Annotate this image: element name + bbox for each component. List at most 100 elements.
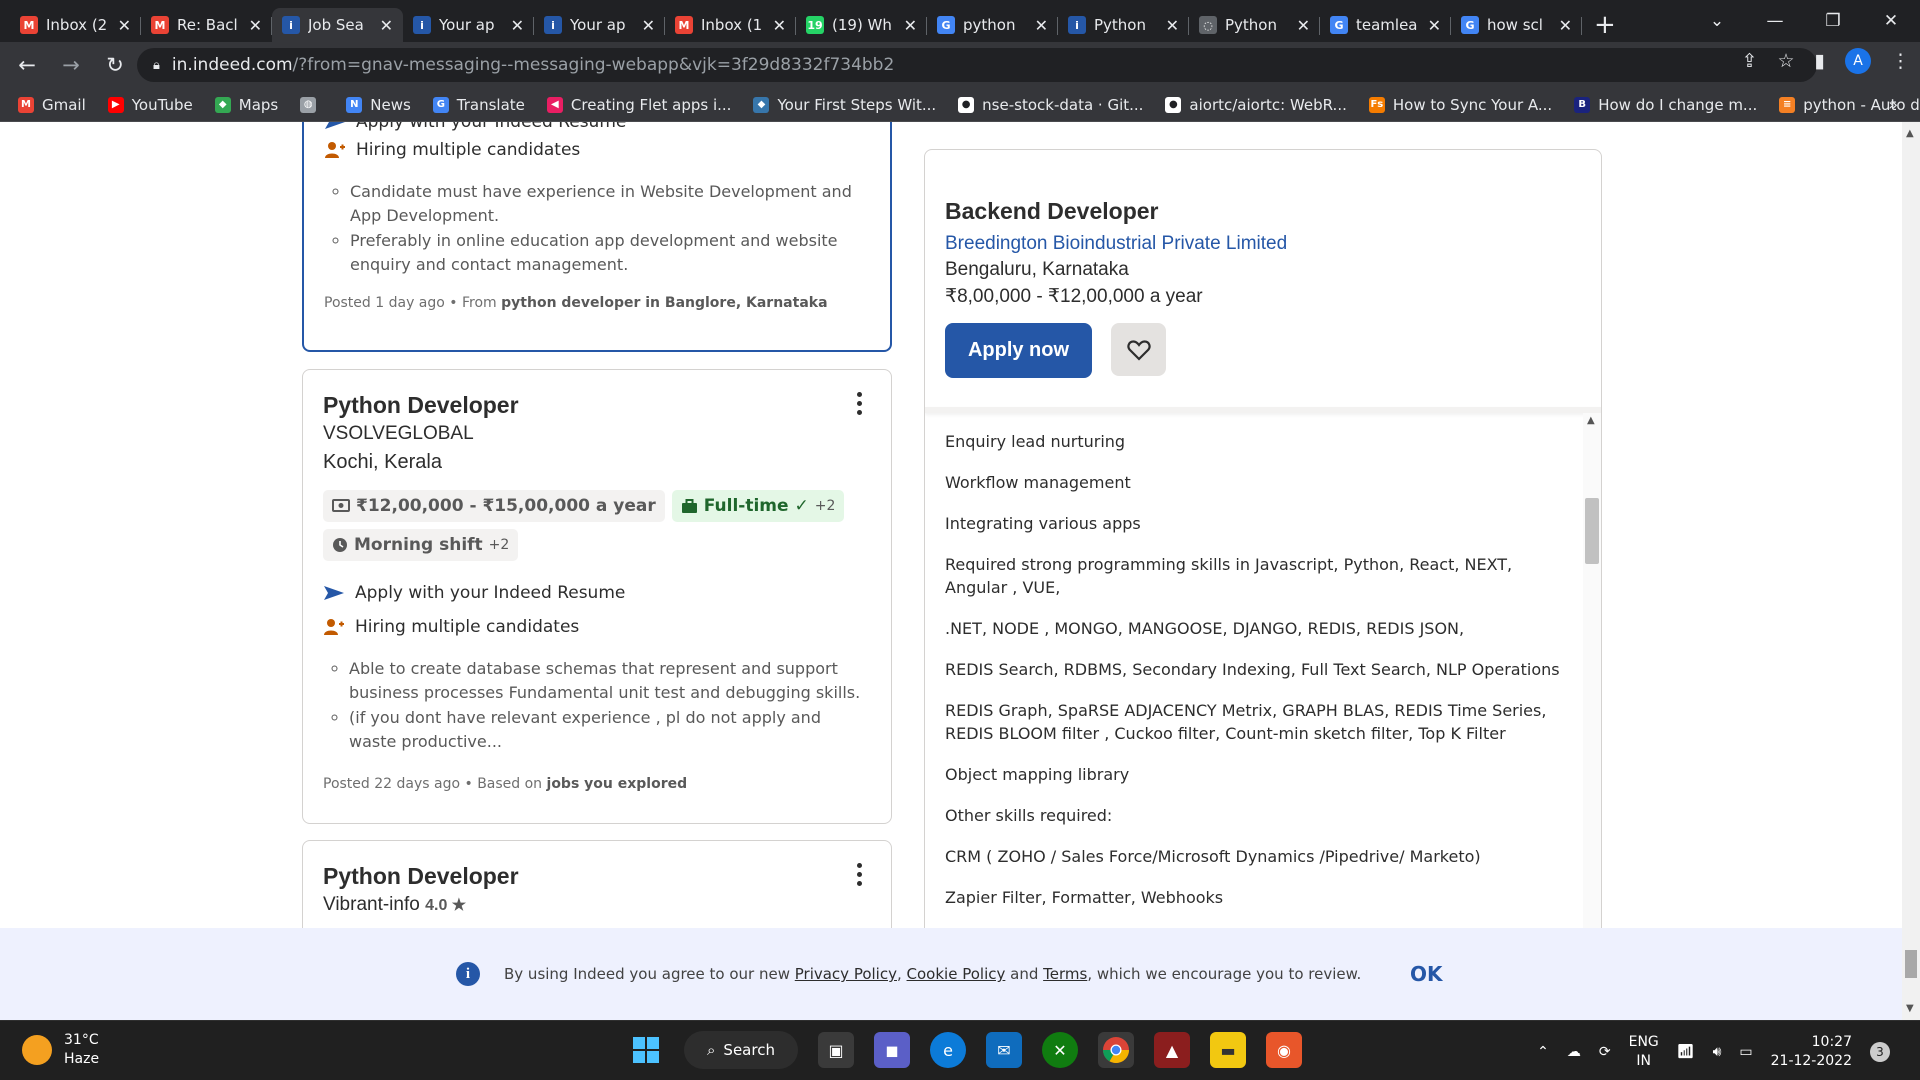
page-scrollbar[interactable]: ▲ ▼ <box>1902 122 1920 1020</box>
gmail-icon: M <box>675 16 693 34</box>
more-bookmarks-icon[interactable]: » <box>1888 95 1898 114</box>
chrome-icon[interactable] <box>1098 1032 1134 1068</box>
browser-tab[interactable]: M Inbox (1 ✕ <box>665 8 796 42</box>
app-icon[interactable]: ◉ <box>1266 1032 1302 1068</box>
wifi-icon[interactable]: 📶︎ <box>1677 1044 1695 1060</box>
close-icon[interactable]: ✕ <box>511 16 524 35</box>
bookmark-item[interactable]: ● aiortc/aiortc: WebR... <box>1165 96 1347 114</box>
cookie-policy-link[interactable]: Cookie Policy <box>907 965 1006 983</box>
xbox-icon[interactable]: ✕ <box>1042 1032 1078 1068</box>
tab-title: Your ap <box>570 16 626 34</box>
detail-salary: ₹8,00,000 - ₹12,00,000 a year <box>945 286 1203 307</box>
close-icon[interactable]: ✕ <box>118 16 131 35</box>
app-icon[interactable]: ▲ <box>1154 1032 1190 1068</box>
bookmark-item[interactable]: ◆ Your First Steps Wit... <box>753 96 936 114</box>
close-icon[interactable]: ✕ <box>773 16 786 35</box>
edge-browser-icon[interactable]: e <box>930 1032 966 1068</box>
kebab-menu-icon[interactable] <box>857 392 863 419</box>
sync-icon[interactable]: ⟳ <box>1599 1044 1611 1060</box>
forward-button[interactable]: → <box>54 53 88 77</box>
scroll-down-arrow-icon[interactable]: ▼ <box>1906 1003 1914 1014</box>
jobtype-text: Full-time <box>703 496 789 516</box>
onedrive-icon[interactable]: ☁ <box>1567 1044 1581 1060</box>
tab-search-icon[interactable]: ⌄ <box>1688 11 1746 31</box>
bookmark-item[interactable]: ≡ python - Auto delet... <box>1779 96 1920 114</box>
battery-icon[interactable]: ▭ <box>1739 1044 1752 1060</box>
taskbar-search[interactable]: ⌕ Search <box>684 1031 798 1069</box>
browser-tab[interactable]: Ghow scl ✕ <box>1451 8 1582 42</box>
clock[interactable]: 10:27 21-12-2022 <box>1771 1033 1852 1071</box>
browser-tab[interactable]: 19 (19) Wh ✕ <box>796 8 927 42</box>
notification-badge[interactable]: 3 <box>1870 1042 1890 1062</box>
detail-company-link[interactable]: Breedington Bioindustrial Private Limite… <box>945 233 1287 255</box>
close-icon[interactable]: ✕ <box>249 16 262 35</box>
bookmark-item[interactable]: ● nse-stock-data · Git... <box>958 96 1143 114</box>
description-paragraph: Enquiry lead nurturing <box>945 432 1126 451</box>
feature-label: Hiring multiple candidates <box>356 140 581 160</box>
lock-icon[interactable]: 🔒︎ <box>153 58 160 73</box>
bookmark-item[interactable]: ◍ <box>300 96 324 113</box>
browser-tab[interactable]: ◌ Python ✕ <box>1189 8 1320 42</box>
close-icon[interactable]: ✕ <box>642 16 655 35</box>
scroll-thumb[interactable] <box>1585 498 1599 564</box>
bookmark-item[interactable]: B How do I change m... <box>1574 96 1757 114</box>
language-indicator[interactable]: ENG IN <box>1629 1033 1659 1071</box>
browser-tab[interactable]: i Job Sea ✕ <box>272 8 403 42</box>
file-explorer-icon[interactable]: ▬ <box>1210 1032 1246 1068</box>
job-card-selected[interactable]: Apply with your Indeed Resume Hiring mul… <box>302 122 892 352</box>
scroll-up-arrow-icon[interactable]: ▲ <box>1587 415 1595 426</box>
job-card[interactable]: Python Developer VSOLVEGLOBAL Kochi, Ker… <box>302 369 892 824</box>
browser-tab[interactable]: M Re: Bacl ✕ <box>141 8 272 42</box>
teams-chat-icon[interactable]: ◼ <box>874 1032 910 1068</box>
close-icon[interactable]: ✕ <box>1428 16 1441 35</box>
browser-tab[interactable]: M Inbox (2 ✕ <box>10 8 141 42</box>
page-scroll-thumb[interactable] <box>1905 950 1917 978</box>
close-icon[interactable]: ✕ <box>1297 16 1310 35</box>
profile-avatar[interactable]: A <box>1845 48 1871 74</box>
browser-tab[interactable]: i Python ✕ <box>1058 8 1189 42</box>
share-icon[interactable]: ⇪ <box>1742 50 1758 72</box>
browser-tab[interactable]: Gteamlea ✕ <box>1320 8 1451 42</box>
mail-icon[interactable]: ✉ <box>986 1032 1022 1068</box>
scroll-up-arrow-icon[interactable]: ▲ <box>1906 128 1914 139</box>
bookmark-item[interactable]: Fs How to Sync Your A... <box>1368 96 1552 114</box>
side-panel-icon[interactable]: ▮ <box>1815 50 1825 72</box>
bookmark-item[interactable]: ◆ Maps <box>214 96 278 114</box>
restore-button[interactable]: ❐ <box>1804 11 1862 31</box>
menu-kebab-icon[interactable]: ⋮ <box>1891 50 1910 72</box>
apply-now-button[interactable]: Apply now <box>945 323 1092 378</box>
close-icon[interactable]: ✕ <box>380 16 393 35</box>
back-button[interactable]: ← <box>10 53 44 77</box>
chevron-up-icon[interactable]: ⌃ <box>1537 1044 1549 1060</box>
close-icon[interactable]: ✕ <box>904 16 917 35</box>
privacy-policy-link[interactable]: Privacy Policy <box>795 965 897 983</box>
kebab-menu-icon[interactable] <box>857 863 863 890</box>
task-view-icon[interactable]: ▣ <box>818 1032 854 1068</box>
job-title[interactable]: Python Developer <box>323 392 871 419</box>
bookmark-item[interactable]: G Translate <box>432 96 525 114</box>
reload-button[interactable]: ↻ <box>98 53 132 77</box>
bookmark-star-icon[interactable]: ☆ <box>1777 50 1794 72</box>
bookmark-item[interactable]: N News <box>346 96 411 114</box>
bookmark-item[interactable]: ▶ YouTube <box>107 96 193 114</box>
windows-start-icon[interactable] <box>628 1032 664 1068</box>
bookmark-item[interactable]: M Gmail <box>18 96 86 114</box>
minimize-button[interactable]: — <box>1746 11 1804 31</box>
close-icon[interactable]: ✕ <box>1035 16 1048 35</box>
address-bar[interactable]: 🔒︎ in.indeed.com/?from=gnav-messaging--m… <box>137 48 1817 82</box>
new-tab-button[interactable]: + <box>1594 8 1616 42</box>
browser-tab[interactable]: i Your ap ✕ <box>403 8 534 42</box>
browser-tab[interactable]: i Your ap ✕ <box>534 8 665 42</box>
cookie-ok-button[interactable]: OK <box>1410 962 1443 986</box>
weather-widget[interactable]: 31°C Haze <box>22 1031 99 1069</box>
browser-tab[interactable]: Gpython ✕ <box>927 8 1058 42</box>
close-icon[interactable]: ✕ <box>1559 16 1572 35</box>
terms-link[interactable]: Terms <box>1043 965 1087 983</box>
company-line: Vibrant-info 4.0 ★ <box>323 894 871 916</box>
save-job-button[interactable] <box>1111 323 1166 376</box>
job-title[interactable]: Python Developer <box>323 863 871 890</box>
volume-icon[interactable]: 🔊︎ <box>1713 1044 1722 1060</box>
close-icon[interactable]: ✕ <box>1166 16 1179 35</box>
bookmark-item[interactable]: ◀ Creating Flet apps i... <box>546 96 731 114</box>
close-window-button[interactable]: ✕ <box>1862 11 1920 31</box>
